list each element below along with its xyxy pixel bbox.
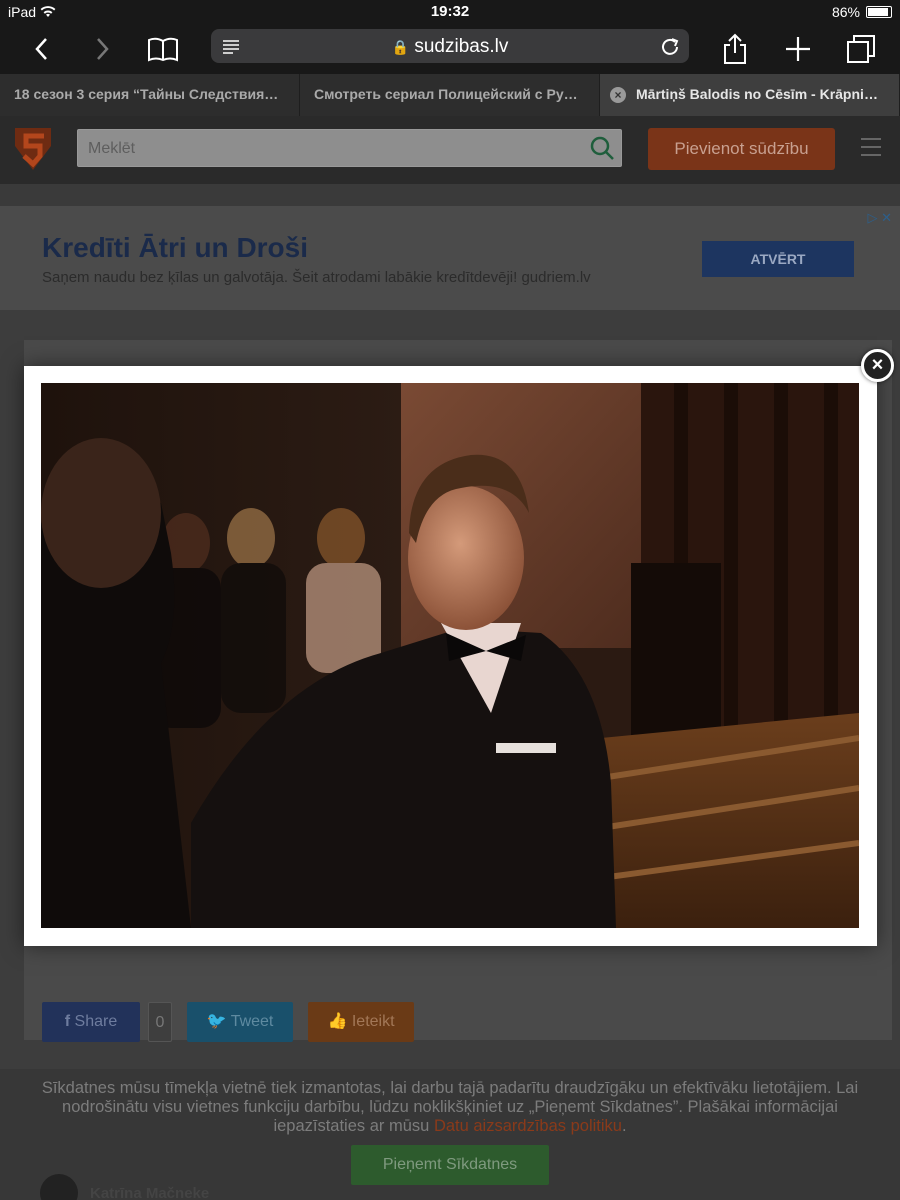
browser-toolbar: 🔒 sudzibas.lv bbox=[0, 24, 900, 74]
thumb-icon: 👍 bbox=[327, 1013, 348, 1030]
comment-preview: Katrīna Mačneke bbox=[40, 1174, 209, 1200]
ad-banner[interactable]: Kredīti Ātri un Droši Saņem naudu bez ķī… bbox=[0, 206, 900, 310]
tabs-icon bbox=[847, 35, 875, 63]
comment-author[interactable]: Katrīna Mačneke bbox=[90, 1185, 209, 1200]
search-icon bbox=[590, 136, 614, 160]
site-logo[interactable] bbox=[12, 126, 54, 172]
menu-icon[interactable] bbox=[861, 138, 881, 158]
ad-description: Saņem naudu bez ķīlas un galvotāja. Šeit… bbox=[42, 269, 591, 286]
tweet-button[interactable]: 🐦 Tweet bbox=[187, 1002, 293, 1042]
privacy-policy-link[interactable]: Datu aizsardzības politiku bbox=[434, 1117, 622, 1135]
screen: iPad 19:32 86% 🔒 sudzibas.lv 18 сезон 3 … bbox=[0, 0, 900, 1200]
tabs-overview-button[interactable] bbox=[844, 32, 878, 66]
url-text: 🔒 sudzibas.lv bbox=[391, 36, 509, 57]
battery-indicator: 86% bbox=[832, 4, 892, 20]
share-icon bbox=[724, 33, 746, 64]
chevron-left-icon bbox=[35, 38, 47, 60]
lightbox bbox=[24, 366, 877, 946]
ad-open-button[interactable]: ATVĒRT bbox=[702, 241, 854, 277]
tab-2[interactable]: Смотреть сериал Полицейский с Рублевки bbox=[300, 74, 600, 116]
tab-strip: 18 сезон 3 серия “Тайны Следствия” смотр… bbox=[0, 74, 900, 116]
forward-button[interactable] bbox=[86, 32, 120, 66]
address-bar[interactable]: 🔒 sudzibas.lv bbox=[211, 29, 689, 63]
lightbox-photo bbox=[41, 383, 859, 928]
avatar bbox=[40, 1174, 78, 1200]
clock: 19:32 bbox=[430, 3, 470, 20]
battery-icon bbox=[866, 6, 892, 18]
recommend-button[interactable]: 👍 Ieteikt bbox=[308, 1002, 414, 1042]
search-placeholder: Meklēt bbox=[88, 140, 136, 157]
twitter-icon: 🐦 bbox=[206, 1013, 227, 1030]
share-button[interactable] bbox=[718, 32, 752, 66]
chevron-right-icon bbox=[97, 38, 109, 60]
status-bar: iPad 19:32 86% bbox=[0, 0, 900, 24]
close-tab-icon[interactable]: × bbox=[610, 87, 626, 103]
tab-3-active[interactable]: × Mārtiņš Balodis no Cēsīm - Krāpnieks bbox=[600, 74, 900, 116]
reload-icon bbox=[662, 38, 679, 55]
facebook-icon: f bbox=[64, 1013, 71, 1030]
site-header: Meklēt Pievienot sūdzību bbox=[0, 116, 900, 184]
ad-title: Kredīti Ātri un Droši bbox=[42, 232, 309, 263]
close-lightbox-button[interactable]: × bbox=[861, 349, 894, 382]
back-button[interactable] bbox=[24, 32, 58, 66]
logo-icon bbox=[15, 128, 51, 170]
new-tab-button[interactable] bbox=[781, 32, 815, 66]
cookie-text: Sīkdatnes mūsu tīmekļa vietnē tiek izman… bbox=[41, 1079, 859, 1135]
search-field[interactable]: Meklēt bbox=[77, 129, 622, 167]
bookmarks-button[interactable] bbox=[146, 32, 180, 66]
facebook-share-button[interactable]: f Share bbox=[42, 1002, 140, 1042]
plus-icon bbox=[786, 37, 810, 61]
accept-cookies-button[interactable]: Pieņemt Sīkdatnes bbox=[351, 1145, 549, 1185]
tab-1[interactable]: 18 сезон 3 серия “Тайны Следствия” смотр… bbox=[0, 74, 300, 116]
share-count: 0 bbox=[148, 1002, 172, 1042]
battery-percent: 86% bbox=[831, 4, 860, 20]
lock-icon: 🔒 bbox=[391, 39, 410, 55]
ad-domain: gudriem.lv bbox=[521, 269, 591, 286]
add-complaint-button[interactable]: Pievienot sūdzību bbox=[648, 128, 835, 170]
adchoices-icon[interactable]: ▷ ✕ bbox=[867, 210, 892, 226]
book-icon bbox=[148, 37, 178, 62]
